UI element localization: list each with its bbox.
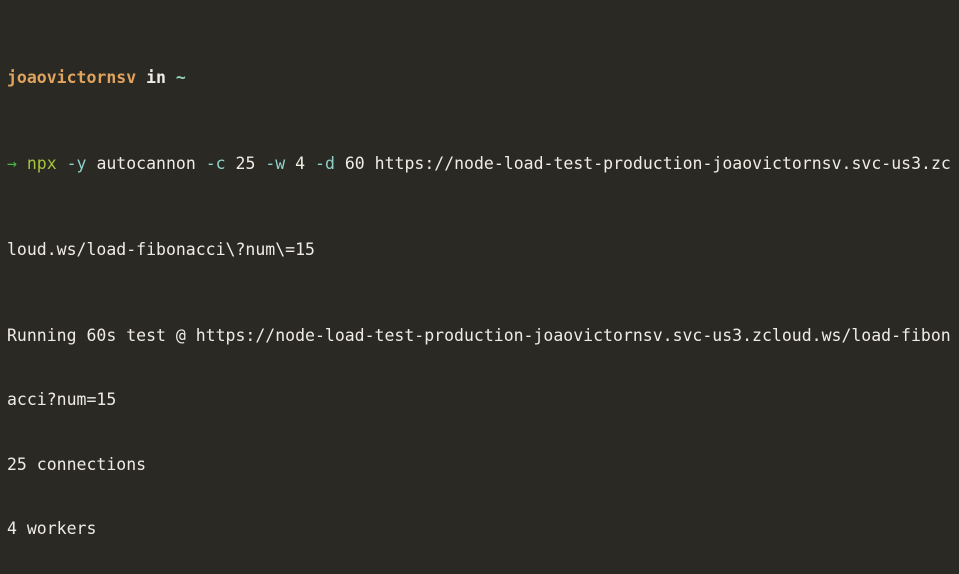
command-flag-w: -w (265, 153, 286, 173)
command-line: → npx -y autocannon -c 25 -w 4 -d 60 htt… (7, 153, 959, 175)
workers-line: 4 workers (7, 519, 97, 538)
prompt-separator: in (146, 67, 166, 87)
command-url-part1: https://node-load-test-production-joaovi… (374, 153, 951, 173)
command-flag-c: -c (205, 153, 226, 173)
command-flag-d: -d (315, 153, 335, 173)
running-line: Running 60s test @ https://node-load-tes… (7, 325, 951, 345)
command-val-c: 25 (235, 153, 256, 173)
command-package: autocannon (96, 153, 196, 173)
running-line-wrap: acci?num=15 (7, 390, 117, 409)
prompt-directory: ~ (175, 67, 186, 87)
connections-line: 25 connections (7, 454, 147, 474)
prompt-line: joaovictornsv in ~ (7, 67, 959, 89)
prompt-username: joaovictornsv (7, 67, 137, 87)
terminal[interactable]: joaovictornsv in ~ → npx -y autocannon -… (0, 0, 959, 574)
command-val-d: 60 (344, 153, 365, 173)
command-url-wrap: loud.ws/load-fibonacci\?num\=15 (7, 239, 315, 259)
command-flag-y: -y (66, 153, 87, 173)
command-val-w: 4 (295, 153, 306, 173)
command-binary: npx (26, 153, 57, 173)
prompt-arrow-icon: → (7, 153, 17, 173)
